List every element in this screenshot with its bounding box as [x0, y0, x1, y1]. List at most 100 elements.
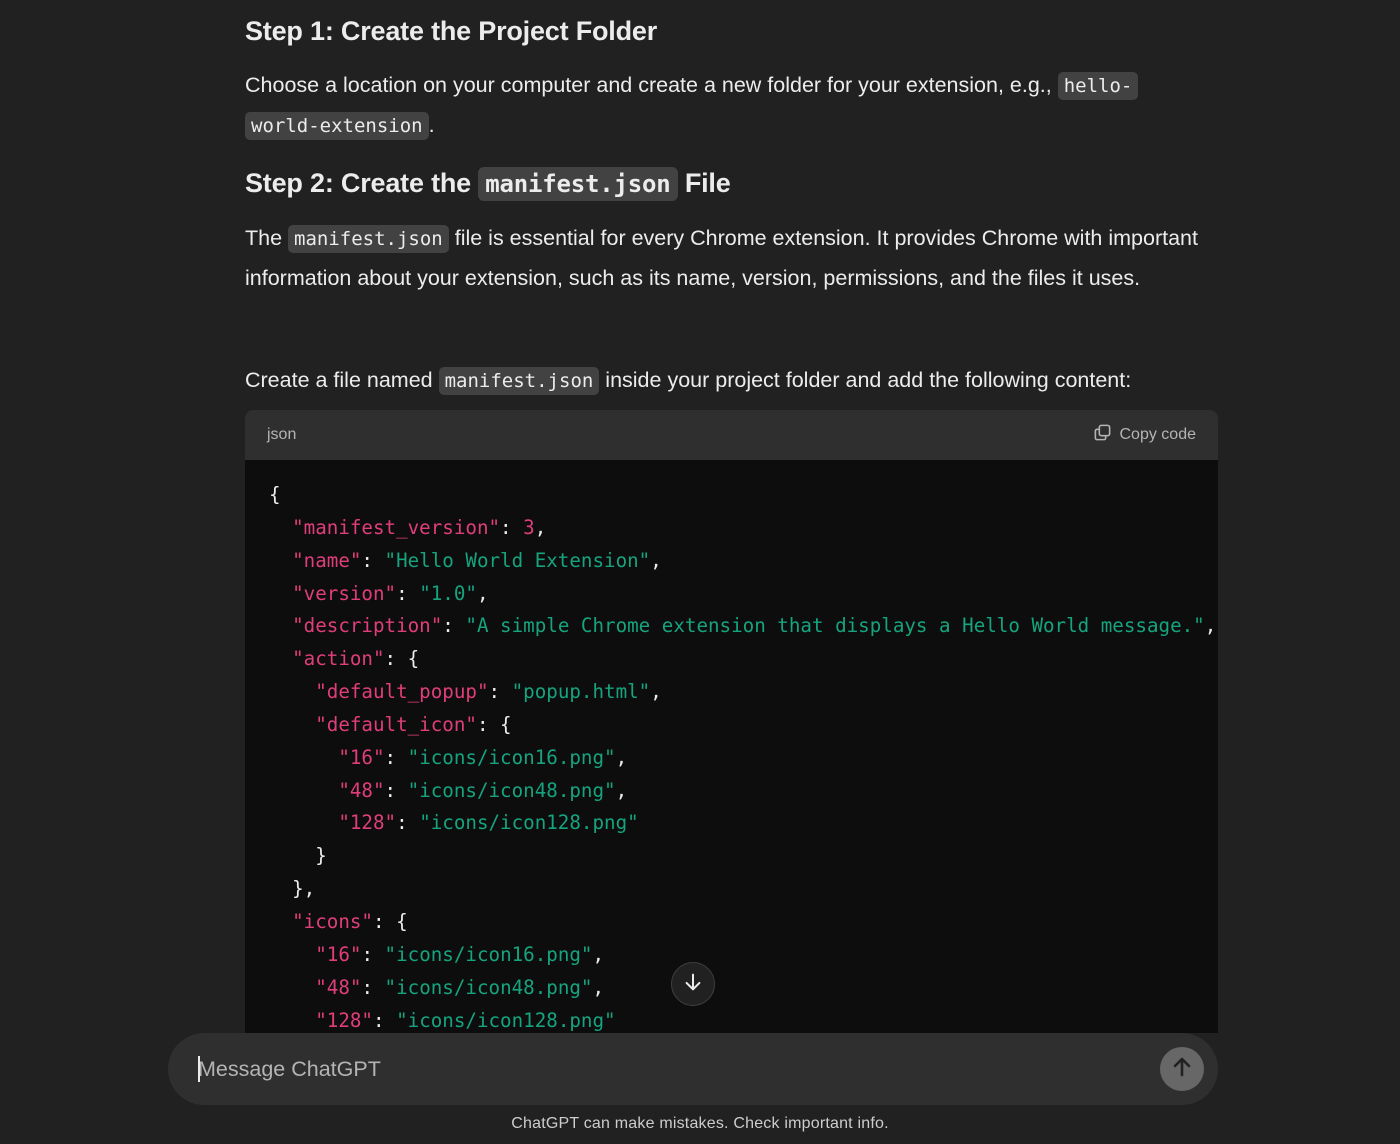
code-line: "action": { [269, 643, 1218, 676]
code-line: "manifest_version": 3, [269, 512, 1218, 545]
json-punctuation [269, 811, 338, 834]
step1-heading: Step 1: Create the Project Folder [245, 16, 658, 46]
step2-heading-text-end: File [677, 168, 731, 198]
json-punctuation: : [396, 811, 420, 835]
json-string: "popup.html" [511, 680, 651, 704]
json-key: "manifest_version" [292, 515, 501, 539]
arrow-down-icon [682, 971, 704, 998]
inline-code-manifest-2: manifest.json [438, 367, 600, 395]
code-line: } [269, 840, 1218, 873]
copy-icon [1093, 423, 1112, 447]
text-caret [198, 1056, 200, 1082]
json-string: "icons/icon128.png" [396, 1008, 616, 1032]
json-string: "icons/icon16.png" [407, 745, 616, 769]
code-line: "16": "icons/icon16.png", [269, 939, 1218, 972]
json-string: "A simple Chrome extension that displays… [465, 614, 1205, 638]
code-line: { [269, 479, 1218, 512]
json-punctuation [269, 582, 292, 605]
code-line: "default_icon": { [269, 709, 1218, 742]
json-key: "default_icon" [315, 712, 477, 736]
json-punctuation: : [488, 680, 512, 704]
step1-text: Choose a location on your computer and c… [245, 73, 1058, 97]
json-string: "icons/icon48.png" [384, 975, 593, 999]
json-punctuation [269, 779, 338, 802]
json-punctuation [269, 516, 292, 539]
json-key: "48" [315, 975, 362, 999]
inline-code-folder-part1: hello- [1057, 72, 1139, 100]
json-punctuation [269, 910, 292, 933]
json-punctuation: : { [384, 647, 420, 671]
message-composer [168, 1033, 1218, 1105]
json-key: "name" [292, 548, 362, 572]
json-number: 3 [523, 515, 535, 539]
step1-text-end: . [428, 112, 435, 137]
step2-heading-text: Step 2: Create the [245, 168, 479, 198]
json-string: "icons/icon16.png" [384, 942, 593, 966]
json-punctuation: , [1204, 614, 1217, 638]
code-line: "48": "icons/icon48.png", [269, 775, 1218, 808]
code-block-header: json Copy code [245, 410, 1218, 460]
message-input[interactable] [198, 1033, 1098, 1105]
json-punctuation: , [476, 581, 489, 605]
step2-p2-text-end: inside your project folder and add the f… [599, 368, 1132, 392]
json-punctuation [269, 1009, 315, 1032]
json-punctuation: }, [269, 877, 316, 901]
json-key: "action" [292, 647, 385, 671]
json-punctuation: , [650, 548, 662, 572]
json-punctuation: : [384, 778, 408, 802]
chat-page: Step 1: Create the Project Folder Choose… [0, 0, 1400, 1144]
json-punctuation [269, 614, 292, 637]
json-punctuation: : [372, 1008, 397, 1032]
json-punctuation: : [361, 942, 385, 966]
step2-paragraph-2: Create a file named manifest.json inside… [245, 361, 1218, 401]
copy-code-button[interactable]: Copy code [1093, 423, 1197, 447]
code-content: { "manifest_version": 3, "name": "Hello … [245, 460, 1218, 1033]
inline-code-manifest-heading: manifest.json [478, 167, 678, 201]
json-punctuation [269, 713, 315, 736]
step2-p1-text: The [245, 226, 289, 250]
step2-paragraph-1: The manifest.json file is essential for … [245, 219, 1218, 297]
json-punctuation: } [269, 844, 327, 868]
json-punctuation [269, 647, 292, 670]
json-punctuation [269, 943, 315, 966]
arrow-up-icon [1170, 1055, 1194, 1084]
step1-paragraph: Choose a location on your computer and c… [245, 66, 1218, 145]
code-language-label: json [267, 426, 297, 443]
json-key: "128" [338, 811, 397, 835]
json-key: "16" [315, 942, 362, 966]
code-line: "128": "icons/icon128.png" [269, 1005, 1218, 1034]
json-key: "default_popup" [315, 680, 489, 704]
code-line: "icons": { [269, 906, 1218, 939]
json-punctuation [269, 680, 315, 703]
json-punctuation: , [615, 778, 628, 802]
step2-heading: Step 2: Create the manifest.json File [245, 167, 731, 201]
code-line: "description": "A simple Chrome extensio… [269, 610, 1218, 643]
json-punctuation: , [615, 745, 628, 769]
json-punctuation: : [500, 515, 524, 539]
code-line: "name": "Hello World Extension", [269, 545, 1218, 578]
inline-code-manifest: manifest.json [288, 225, 449, 253]
step2-p2-text: Create a file named [245, 368, 439, 392]
json-key: "version" [292, 581, 397, 605]
code-line: "16": "icons/icon16.png", [269, 742, 1218, 775]
json-punctuation: : { [476, 712, 512, 736]
json-punctuation: : [361, 975, 385, 999]
copy-code-label: Copy code [1119, 426, 1197, 443]
code-block: json Copy code { "manifest_version": 3, … [245, 410, 1218, 1033]
json-string: "Hello World Extension" [384, 548, 651, 572]
json-string: "1.0" [419, 581, 477, 605]
json-punctuation: : [361, 548, 385, 572]
code-line: "default_popup": "popup.html", [269, 676, 1218, 709]
json-punctuation: : [396, 581, 420, 605]
code-line: }, [269, 873, 1218, 906]
json-key: "16" [338, 745, 385, 769]
json-punctuation: , [650, 680, 662, 704]
send-button[interactable] [1160, 1047, 1204, 1091]
scroll-to-bottom-button[interactable] [671, 962, 715, 1006]
json-punctuation: : { [372, 909, 408, 933]
json-punctuation: : [384, 745, 408, 769]
json-key: "48" [338, 778, 385, 802]
json-punctuation: , [534, 515, 547, 539]
json-punctuation [269, 746, 338, 769]
json-punctuation [269, 976, 315, 999]
